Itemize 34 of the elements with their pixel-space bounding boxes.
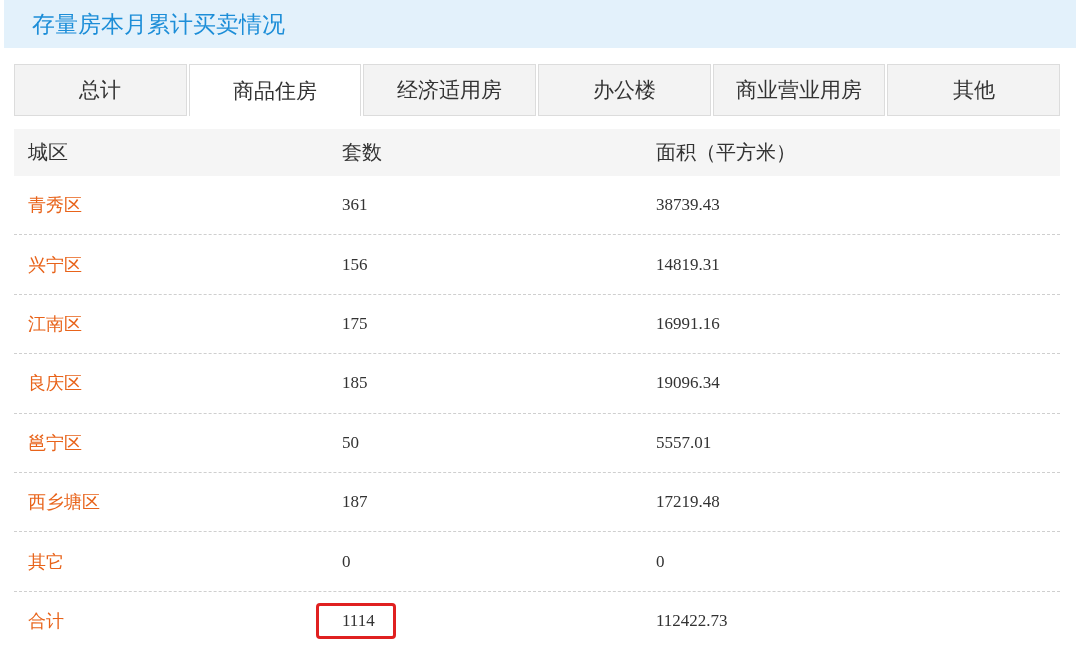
category-tab[interactable]: 商业营业用房 xyxy=(712,64,886,116)
table-cell: 14819.31 xyxy=(656,254,720,275)
table-cell-text: 0 xyxy=(341,550,352,573)
table-cell-text: 175 xyxy=(341,312,369,335)
table-cell: 17219.48 xyxy=(656,492,720,513)
table-cell: 0 xyxy=(656,551,665,572)
table-cell: 38739.43 xyxy=(656,195,720,216)
district-link[interactable]: 良庆区 xyxy=(28,371,82,396)
category-tab[interactable]: 总计 xyxy=(14,64,187,116)
district-link[interactable]: 其它 xyxy=(28,549,64,574)
section-title: 存量房本月累计买卖情况 xyxy=(32,9,285,39)
category-tab[interactable]: 其他 xyxy=(887,64,1061,116)
column-header: 套数 xyxy=(342,139,382,166)
table-cell: 19096.34 xyxy=(656,373,720,394)
district-link[interactable]: 西乡塘区 xyxy=(28,490,100,515)
table-cell-text: 156 xyxy=(341,253,369,276)
category-tab[interactable]: 经济适用房 xyxy=(363,64,536,116)
district-link[interactable]: 邕宁区 xyxy=(28,430,82,455)
category-tab[interactable]: 商品住房 xyxy=(188,64,362,116)
column-header: 面积（平方米） xyxy=(656,139,796,166)
table-cell-text: 50 xyxy=(341,431,360,454)
district-link[interactable]: 合计 xyxy=(28,608,64,633)
table-cell-text: 185 xyxy=(341,372,369,395)
column-header: 城区 xyxy=(28,139,68,166)
table-cell: 112422.73 xyxy=(656,610,728,631)
highlighted-cell: 1114 xyxy=(316,602,396,639)
category-tab[interactable]: 办公楼 xyxy=(538,64,711,116)
table-cell: 5557.01 xyxy=(656,432,712,453)
district-link[interactable]: 青秀区 xyxy=(28,193,82,218)
district-link[interactable]: 兴宁区 xyxy=(28,252,82,277)
table-cell: 16991.16 xyxy=(656,313,720,334)
district-link[interactable]: 江南区 xyxy=(28,311,82,336)
table-cell-text: 187 xyxy=(341,491,369,514)
table-cell-text: 361 xyxy=(341,194,369,217)
